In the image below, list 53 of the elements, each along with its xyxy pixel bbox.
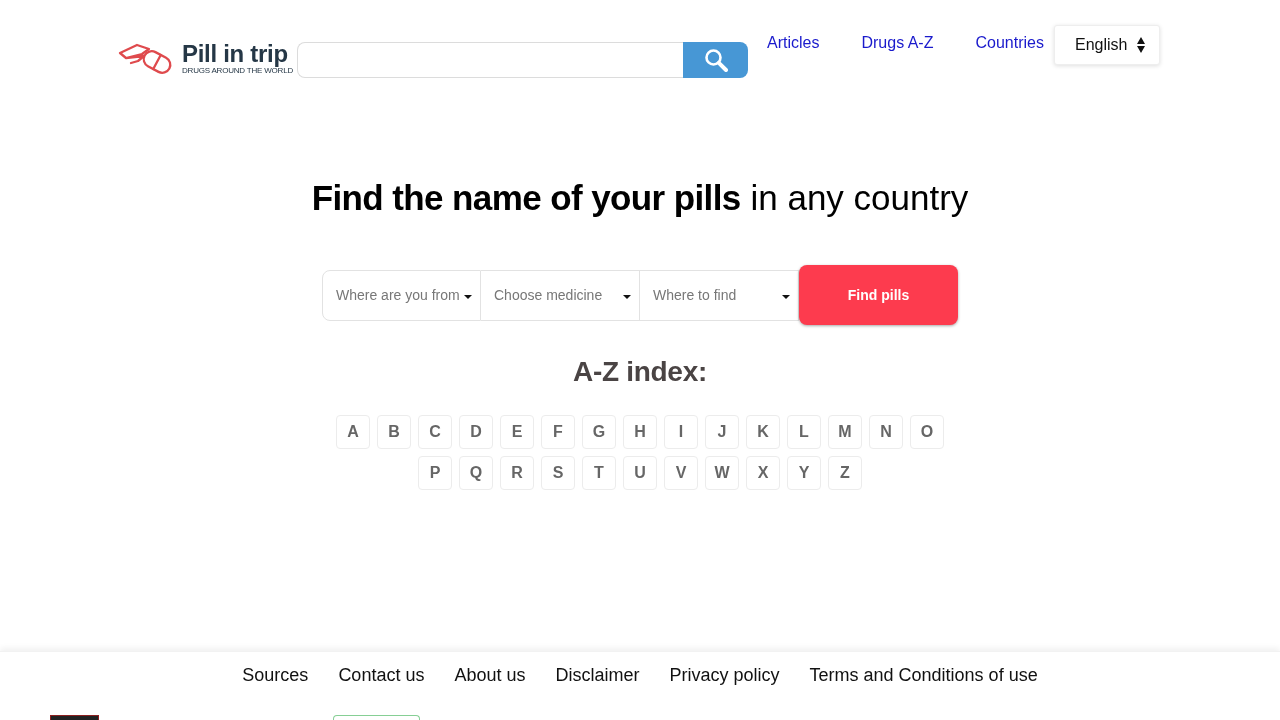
find-pills-button[interactable]: Find pills — [799, 265, 958, 325]
language-select[interactable]: English — [1053, 25, 1161, 65]
letter-link[interactable]: C — [418, 415, 452, 449]
nav-link[interactable]: Countries — [975, 34, 1044, 52]
letter-link[interactable]: T — [582, 456, 616, 490]
letter-link[interactable]: Z — [828, 456, 862, 490]
letter-link[interactable]: I — [664, 415, 698, 449]
up-down-arrows-icon — [1137, 37, 1146, 53]
dropdown-field[interactable]: Where to find — [640, 269, 799, 321]
letter-link[interactable]: K — [746, 415, 780, 449]
letter-link[interactable]: D — [459, 415, 493, 449]
search-button[interactable] — [683, 42, 748, 78]
letter-link[interactable]: L — [787, 415, 821, 449]
letter-link[interactable]: O — [910, 415, 944, 449]
logo-name: Pill in trip — [182, 40, 289, 66]
footer-link[interactable]: Terms and Conditions of use — [809, 663, 1038, 687]
letter-link[interactable]: F — [541, 415, 575, 449]
footer-link[interactable]: Privacy policy — [669, 663, 780, 687]
letter-link[interactable]: W — [705, 456, 739, 490]
dropdown-field[interactable]: Choose medicine — [481, 269, 640, 321]
letter-link[interactable]: Q — [459, 456, 493, 490]
letter-link[interactable]: N — [869, 415, 903, 449]
letter-link[interactable]: V — [664, 456, 698, 490]
search-field[interactable] — [297, 42, 683, 78]
letter-link[interactable]: U — [623, 456, 657, 490]
letter-link[interactable]: H — [623, 415, 657, 449]
nav-link[interactable]: Articles — [767, 34, 820, 52]
site-logo[interactable]: Pill in trip DRUGS AROUND THE WORLD — [182, 40, 294, 76]
letter-link[interactable]: S — [541, 456, 575, 490]
section-heading: A-Z index: — [573, 355, 707, 389]
letter-link[interactable]: P — [418, 456, 452, 490]
letter-link[interactable]: M — [828, 415, 862, 449]
footer-link[interactable]: Sources — [242, 663, 309, 687]
search-icon — [703, 48, 728, 72]
letter-link[interactable]: X — [746, 456, 780, 490]
letter-link[interactable]: B — [377, 415, 411, 449]
letter-link[interactable]: A — [336, 415, 370, 449]
letter-link[interactable]: G — [582, 415, 616, 449]
caret-icon — [464, 295, 472, 299]
letter-link[interactable]: R — [500, 456, 534, 490]
dropdown-field[interactable]: Where are you from — [322, 269, 481, 321]
footer-link[interactable]: Contact us — [338, 663, 425, 687]
page-heading: Find the name of your pills in any country — [311, 177, 969, 219]
letter-link[interactable]: J — [705, 415, 739, 449]
nav-link[interactable]: Drugs A-Z — [861, 34, 934, 52]
letter-link[interactable]: Y — [787, 456, 821, 490]
badge-image — [50, 715, 99, 720]
footer-link[interactable]: About us — [454, 663, 526, 687]
caret-icon — [782, 295, 790, 299]
caret-icon — [623, 295, 631, 299]
footer-link[interactable]: Disclaimer — [555, 663, 640, 687]
letter-link[interactable]: E — [500, 415, 534, 449]
outlined-button[interactable] — [333, 715, 420, 720]
